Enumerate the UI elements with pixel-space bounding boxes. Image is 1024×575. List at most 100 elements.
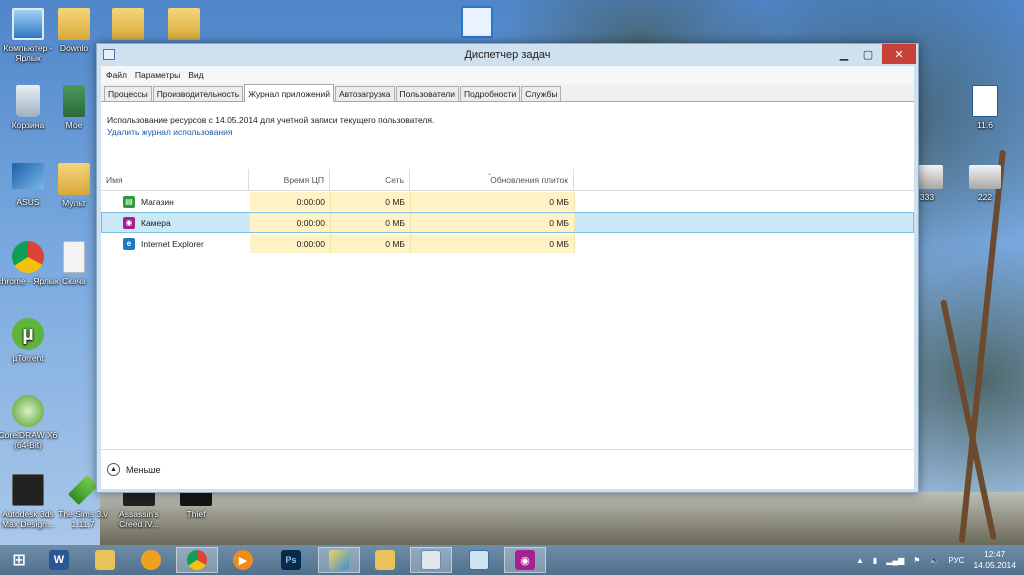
- desktop-icon-coreldraw[interactable]: CorelDRAW X6 (64-Bit): [0, 395, 59, 450]
- app-history-table: ⌄ Имя Время ЦП Сеть Обновления плиток ▤ …: [101, 169, 914, 254]
- chrome-icon: [12, 241, 44, 273]
- row-name: Камера: [141, 217, 171, 228]
- network-app-icon: [469, 550, 489, 570]
- desktop-icon-label: The Sims 3.v 1.11.7: [58, 509, 108, 529]
- desktop-icon-downloads[interactable]: Downlo: [52, 8, 96, 53]
- table-row[interactable]: ▤ Магазин 0:00:00 0 МБ 0 МБ: [101, 191, 914, 212]
- window-title: Диспетчер задач: [464, 49, 551, 61]
- internet-explorer-icon: e: [123, 237, 135, 250]
- table-row-selected[interactable]: ◉ Камера 0:00:00 0 МБ 0 МБ: [101, 212, 914, 233]
- column-header-network[interactable]: Сеть: [330, 169, 410, 190]
- utorrent-icon: µ: [12, 318, 44, 350]
- teamviewer-icon: [461, 6, 493, 38]
- tab-app-history[interactable]: Журнал приложений: [244, 84, 334, 102]
- desktop-icon-label: Компьютер - Ярлык: [3, 43, 53, 63]
- taskbar-orange-app[interactable]: [130, 547, 172, 573]
- desktop-icon-moe[interactable]: Мое: [52, 85, 96, 130]
- desktop-icon-label: Thief: [186, 509, 206, 519]
- table-row[interactable]: e Internet Explorer 0:00:00 0 МБ 0 МБ: [101, 233, 914, 254]
- desktop-icon-printer-222[interactable]: 222: [954, 165, 1016, 202]
- desktop-icon-label: Корзина: [11, 120, 45, 130]
- sort-indicator-icon: ⌄: [487, 171, 493, 177]
- tab-processes[interactable]: Процессы: [104, 86, 152, 101]
- taskbar-media-player[interactable]: ▶: [222, 547, 264, 573]
- row-cpu-time: 0:00:00: [250, 213, 331, 232]
- desktop-icon-label: CorelDRAW X6 (64-Bit): [0, 430, 58, 450]
- desktop-icon-label: Assassin's Creed IV...: [119, 509, 159, 529]
- taskbar-paint[interactable]: [318, 547, 360, 573]
- taskbar-word[interactable]: W: [38, 547, 80, 573]
- printer-icon: [969, 165, 1001, 189]
- row-tile-updates: 0 МБ: [411, 213, 575, 232]
- windows-start-icon: ⊞: [12, 552, 26, 569]
- taskbar-folder[interactable]: [364, 547, 406, 573]
- desktop-icon-label: 11.6: [977, 120, 993, 130]
- column-header-cpu-time[interactable]: Время ЦП: [249, 169, 330, 190]
- footer-bar: ▲ Меньше: [101, 449, 914, 489]
- desktop-icon-utorrent[interactable]: µ µTorrent: [0, 318, 59, 363]
- delete-usage-history-link[interactable]: Удалить журнал использования: [107, 127, 914, 137]
- minimize-button[interactable]: ▁: [832, 44, 856, 64]
- menu-file[interactable]: Файл: [106, 70, 127, 80]
- chevron-up-icon[interactable]: ▲: [107, 463, 120, 476]
- desktop-icon-skacha[interactable]: Скача: [52, 241, 96, 286]
- desktop-icon-word-doc[interactable]: 11.6: [954, 85, 1016, 130]
- desktop-icon-assassins-creed[interactable]: Assassin's Creed IV...: [108, 488, 170, 529]
- asus-icon: [12, 163, 44, 189]
- system-tray: ▲ ▮ ▂▄▆ ⚑ 🔈 РУС 12:47 14.05.2014: [856, 545, 1024, 575]
- tab-startup[interactable]: Автозагрузка: [334, 86, 395, 101]
- usage-info: Использование ресурсов с 14.05.2014 для …: [101, 102, 914, 144]
- menu-view[interactable]: Вид: [188, 70, 203, 80]
- menu-options[interactable]: Параметры: [135, 70, 180, 80]
- folder-icon: [58, 8, 90, 40]
- taskbar-photoshop[interactable]: Ps: [270, 547, 312, 573]
- signal-icon[interactable]: ▂▄▆: [886, 556, 904, 565]
- taskbar-chrome[interactable]: [176, 547, 218, 573]
- camera-icon: ◉: [123, 216, 135, 229]
- desktop-icon-recycle-bin[interactable]: Корзина: [0, 85, 59, 130]
- row-name-cell: ◉ Камера: [102, 213, 250, 232]
- desktop-icon-label: 222: [977, 192, 993, 202]
- clock[interactable]: 12:47 14.05.2014: [973, 549, 1016, 571]
- taskbar-task-manager[interactable]: [410, 547, 452, 573]
- desktop-icon-folder-download[interactable]: [162, 8, 206, 43]
- folder-icon: [112, 8, 144, 40]
- tab-performance[interactable]: Производительность: [152, 86, 244, 101]
- battery-icon[interactable]: ▮: [873, 556, 877, 565]
- desktop-icon-mult[interactable]: Мульт: [52, 163, 96, 208]
- action-center-icon[interactable]: ⚑: [913, 556, 920, 565]
- desktop-icon-teamviewer[interactable]: [453, 6, 501, 41]
- desktop-icon-label: µTorrent: [12, 353, 44, 363]
- tab-details[interactable]: Подробности: [460, 86, 521, 101]
- paint-icon: [329, 550, 349, 570]
- language-indicator[interactable]: РУС: [948, 556, 964, 565]
- tab-users[interactable]: Пользователи: [395, 86, 460, 101]
- desktop-icon-asus[interactable]: ASUS: [0, 163, 59, 207]
- start-button[interactable]: ⊞: [2, 547, 36, 573]
- clock-date: 14.05.2014: [973, 560, 1016, 570]
- folder-icon: [58, 163, 90, 195]
- word-doc-icon: [972, 85, 998, 117]
- taskbar-explorer[interactable]: [84, 547, 126, 573]
- tab-services[interactable]: Службы: [521, 86, 562, 101]
- column-header-name[interactable]: Имя: [101, 169, 249, 190]
- close-button[interactable]: ✕: [882, 44, 916, 64]
- volume-icon[interactable]: 🔈: [929, 556, 939, 565]
- maximize-button[interactable]: ▢: [856, 44, 880, 64]
- row-name: Internet Explorer: [141, 238, 204, 249]
- taskbar-network-app[interactable]: [458, 547, 500, 573]
- desktop-icon-label: Мульт: [62, 198, 86, 208]
- explorer-icon: [95, 550, 115, 570]
- desktop-icon-chrome[interactable]: chrome - Ярлык: [0, 241, 59, 286]
- desktop-icon-3dsmax[interactable]: Autodesk 3ds Max Design...: [0, 474, 59, 529]
- desktop-icon-folder[interactable]: [106, 8, 150, 43]
- desktop-icon-label: ASUS: [16, 197, 40, 207]
- taskbar-camera[interactable]: ◉: [504, 547, 546, 573]
- fewer-details-button[interactable]: Меньше: [126, 465, 161, 475]
- chrome-icon: [187, 550, 207, 570]
- desktop-icon-computer[interactable]: Компьютер - Ярлык: [0, 8, 59, 63]
- title-bar[interactable]: Диспетчер задач ▁ ▢ ✕: [97, 44, 918, 66]
- row-network: 0 МБ: [331, 234, 411, 253]
- show-hidden-icons-icon[interactable]: ▲: [856, 556, 864, 565]
- desktop-icon-label: Downlo: [59, 43, 89, 53]
